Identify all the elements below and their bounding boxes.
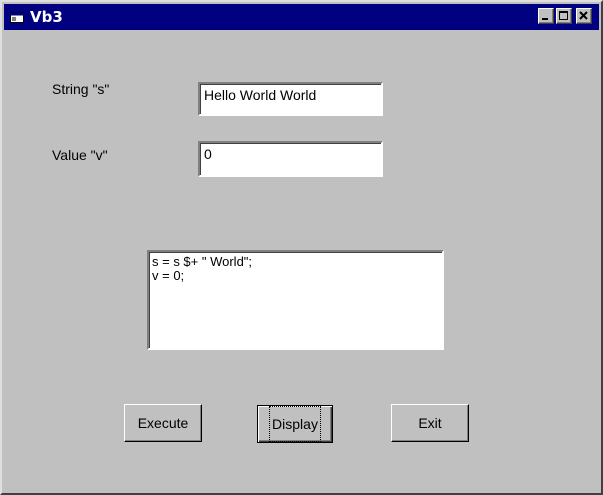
vb3-window: Vb3 String "s" Hello World World Value "…	[0, 0, 603, 495]
close-button[interactable]	[576, 8, 592, 24]
exit-button-label: Exit	[418, 415, 442, 431]
minimize-button[interactable]	[538, 8, 554, 24]
value-v-label: Value "v"	[52, 147, 108, 163]
execute-button[interactable]: Execute	[124, 404, 202, 442]
code-line: v = 0;	[152, 268, 185, 283]
window-title: Vb3	[30, 8, 63, 26]
app-icon	[10, 12, 24, 23]
close-icon	[579, 11, 588, 20]
title-bar[interactable]: Vb3	[4, 4, 599, 30]
string-s-label: String "s"	[52, 81, 110, 97]
code-textarea[interactable]: s = s $+ " World"; v = 0;	[147, 250, 444, 350]
minimize-icon	[542, 18, 548, 20]
execute-button-label: Execute	[137, 415, 189, 431]
exit-button[interactable]: Exit	[391, 404, 469, 442]
maximize-button[interactable]	[556, 8, 572, 24]
code-line: s = s $+ " World";	[152, 254, 253, 269]
string-s-field[interactable]: Hello World World	[198, 82, 383, 116]
maximize-icon	[559, 11, 568, 20]
value-v-field[interactable]: 0	[198, 141, 383, 177]
display-button-label: Display	[269, 406, 321, 442]
display-button[interactable]: Display	[257, 405, 333, 443]
